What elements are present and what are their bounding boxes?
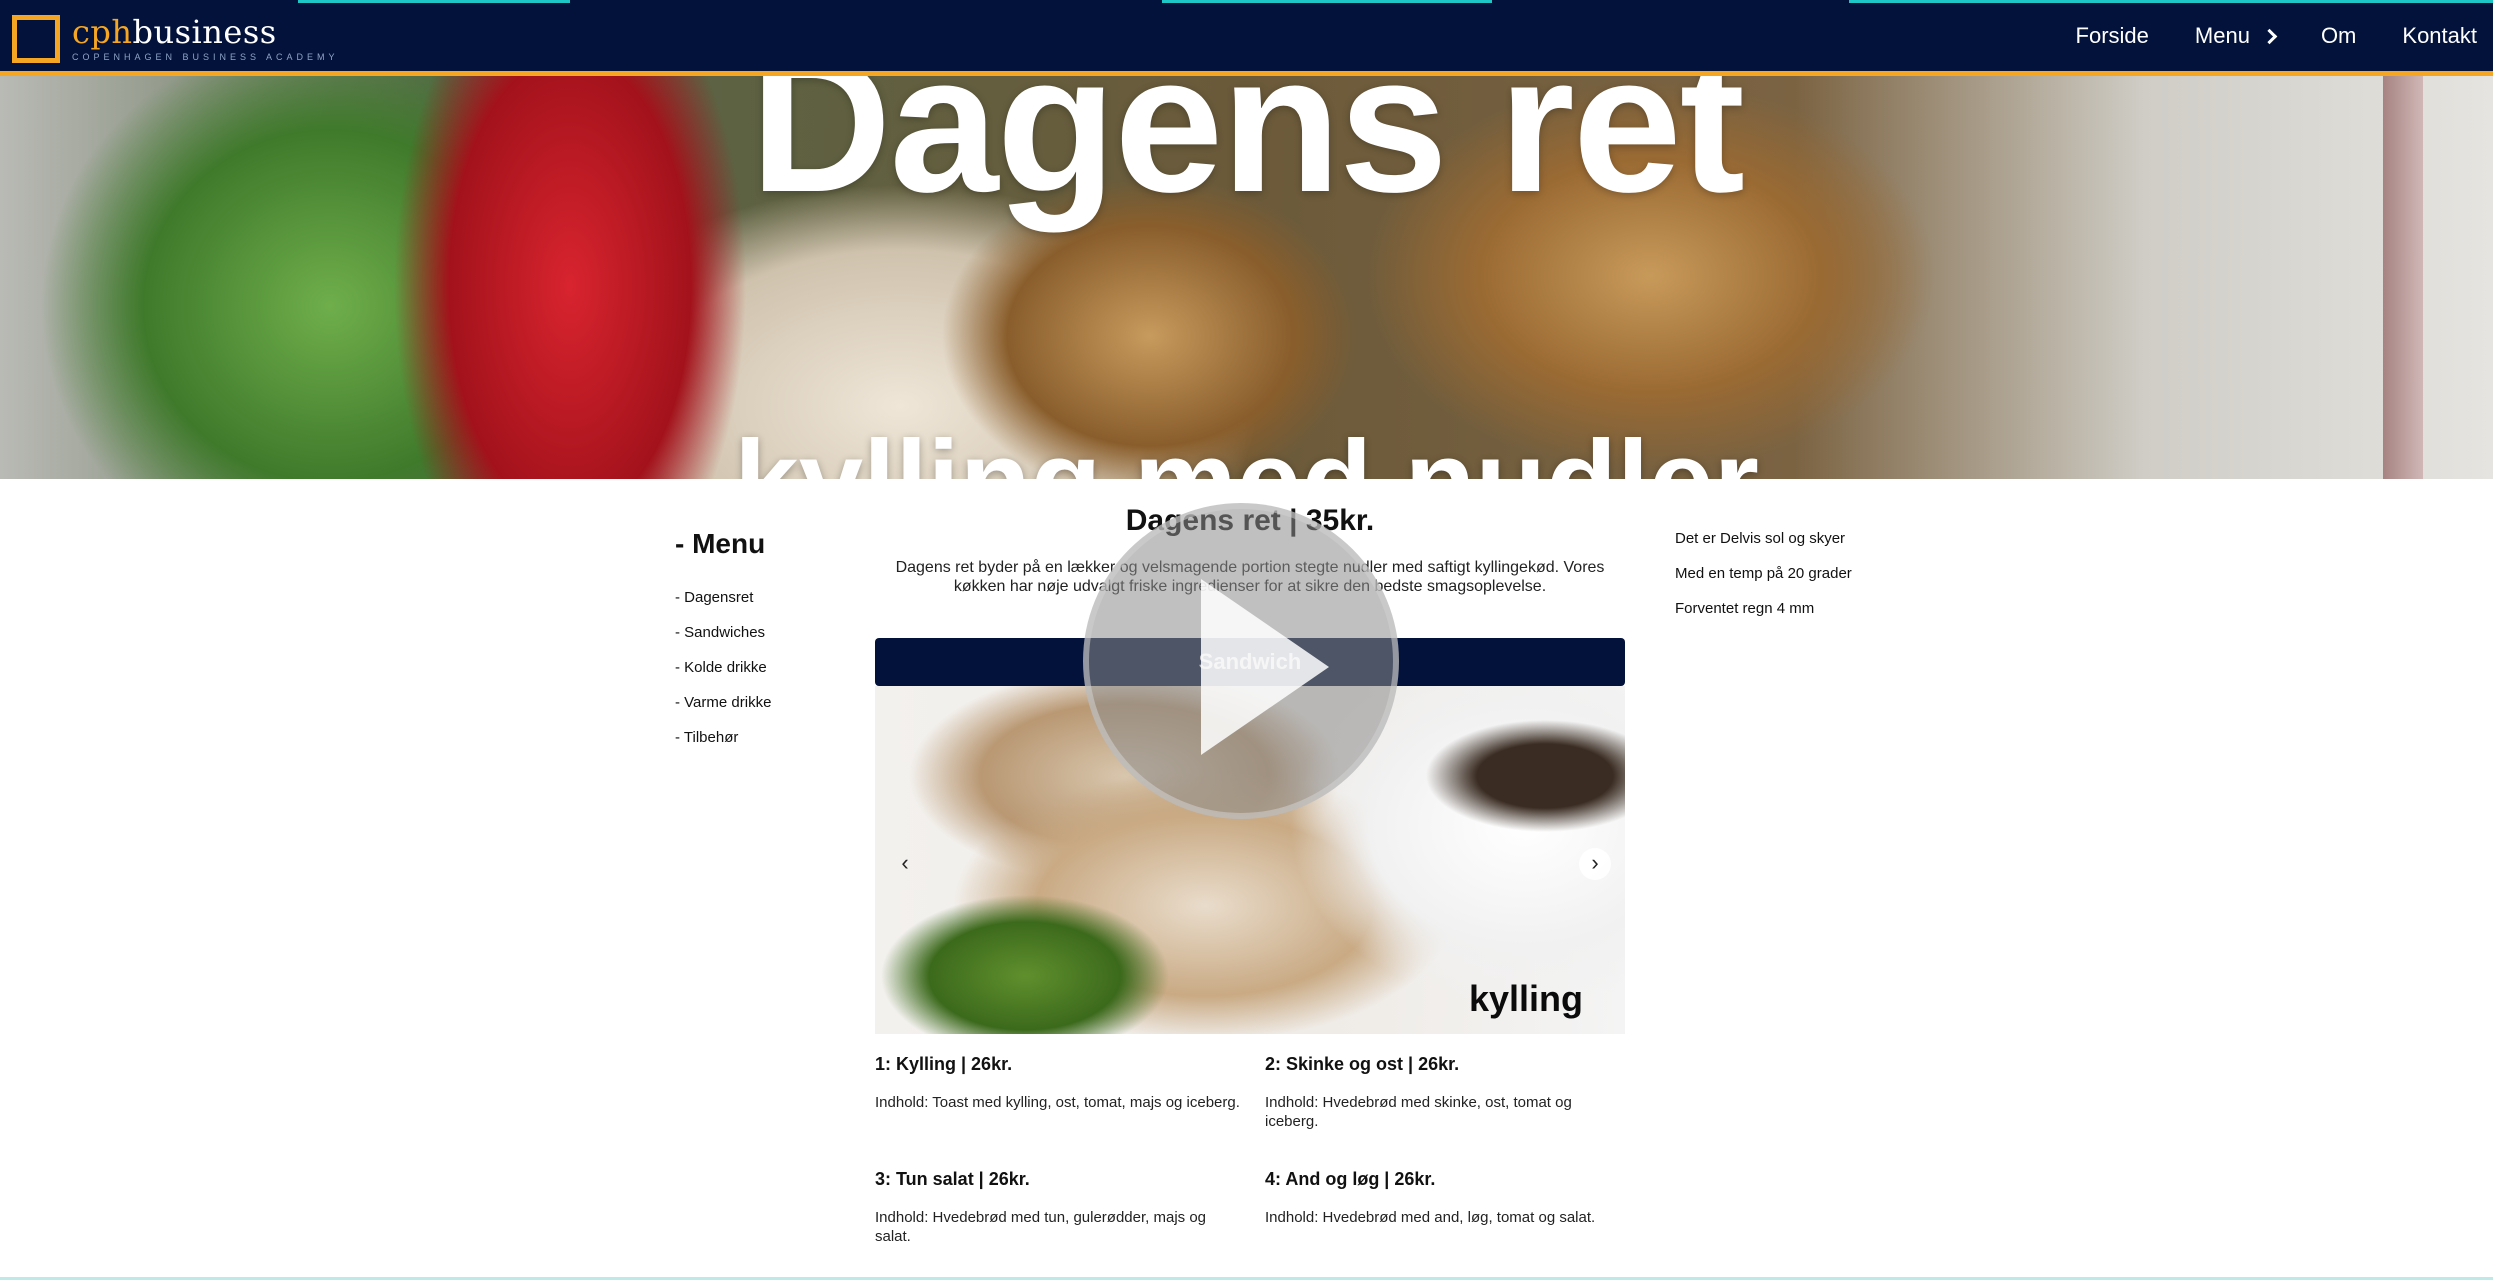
weather-condition: Det er Delvis sol og skyer bbox=[1675, 530, 1846, 547]
hero-subtitle: kylling med nudler bbox=[0, 416, 2493, 479]
hero-title: Dagens ret bbox=[749, 76, 1745, 233]
side-menu-heading: - Menu bbox=[675, 528, 766, 559]
side-menu-item-varme-drikke[interactable]: - Varme drikke bbox=[675, 685, 771, 720]
nav-forside[interactable]: Forside bbox=[2076, 23, 2149, 49]
logo-wordmark: cphbusiness bbox=[72, 16, 339, 48]
logo-business: business bbox=[132, 13, 277, 51]
nav-om[interactable]: Om bbox=[2321, 23, 2356, 49]
item-description: Indhold: Hvedebrød med and, løg, tomat o… bbox=[1265, 1209, 1596, 1226]
list-item: 3: Tun salat | 26kr. Indhold: Hvedebrød … bbox=[875, 1169, 1265, 1281]
item-description: Indhold: Hvedebrød med tun, gulerødder, … bbox=[875, 1209, 1207, 1245]
carousel-next-button[interactable]: › bbox=[1579, 848, 1611, 880]
logo-text: cphbusiness COPENHAGEN BUSINESS ACADEMY bbox=[72, 16, 339, 62]
main-nav: Forside Menu Om Kontakt bbox=[2030, 0, 2477, 72]
item-title: 2: Skinke og ost | 26kr. bbox=[1265, 1054, 1460, 1074]
logo-cph: cph bbox=[72, 13, 133, 51]
item-title: 4: And og løg | 26kr. bbox=[1265, 1169, 1436, 1189]
top-navbar: cphbusiness COPENHAGEN BUSINESS ACADEMY … bbox=[0, 0, 2493, 76]
top-accent-line bbox=[1162, 0, 1492, 3]
item-title: 1: Kylling | 26kr. bbox=[875, 1054, 1013, 1074]
hero-banner: Dagens ret kylling med nudler bbox=[0, 76, 2493, 479]
sandwich-list: 1: Kylling | 26kr. Indhold: Toast med ky… bbox=[875, 1054, 1625, 1281]
carousel-prev-button[interactable]: ‹ bbox=[889, 848, 921, 880]
nav-menu-label: Menu bbox=[2194, 23, 2250, 48]
item-title: 3: Tun salat | 26kr. bbox=[875, 1169, 1030, 1189]
top-accent-line bbox=[298, 0, 570, 3]
side-menu-item-dagensret[interactable]: - Dagensret bbox=[675, 580, 771, 615]
weather-panel: Det er Delvis sol og skyer Med en temp p… bbox=[1675, 528, 1852, 633]
logo-tagline: COPENHAGEN BUSINESS ACADEMY bbox=[72, 52, 339, 62]
list-item: 2: Skinke og ost | 26kr. Indhold: Hvedeb… bbox=[1265, 1054, 1625, 1169]
list-item: 1: Kylling | 26kr. Indhold: Toast med ky… bbox=[875, 1054, 1265, 1169]
side-menu-item-sandwiches[interactable]: - Sandwiches bbox=[675, 615, 771, 650]
bottom-divider bbox=[0, 1277, 2493, 1280]
list-item: 4: And og løg | 26kr. Indhold: Hvedebrød… bbox=[1265, 1169, 1625, 1281]
side-menu-item-tilbehor[interactable]: - Tilbehør bbox=[675, 720, 771, 755]
nav-menu[interactable]: Menu bbox=[2194, 23, 2278, 49]
play-icon bbox=[1201, 579, 1329, 755]
side-menu-list: - Dagensret - Sandwiches - Kolde drikke … bbox=[675, 580, 771, 755]
nav-kontakt[interactable]: Kontakt bbox=[2402, 23, 2477, 49]
chevron-right-icon bbox=[2261, 28, 2278, 44]
carousel-caption: kylling bbox=[1468, 978, 1583, 1019]
item-description: Indhold: Toast med kylling, ost, tomat, … bbox=[875, 1094, 1240, 1111]
side-menu-item-kolde-drikke[interactable]: - Kolde drikke bbox=[675, 650, 771, 685]
side-menu: - Menu - Dagensret - Sandwiches - Kolde … bbox=[675, 528, 771, 755]
video-play-button[interactable] bbox=[1083, 503, 1399, 819]
item-description: Indhold: Hvedebrød med skinke, ost, toma… bbox=[1265, 1094, 1572, 1130]
weather-temperature: Med en temp på 20 grader bbox=[1675, 565, 1852, 582]
logo[interactable]: cphbusiness COPENHAGEN BUSINESS ACADEMY bbox=[12, 14, 339, 64]
logo-square-icon bbox=[12, 15, 60, 63]
weather-rain: Forventet regn 4 mm bbox=[1675, 600, 1815, 617]
